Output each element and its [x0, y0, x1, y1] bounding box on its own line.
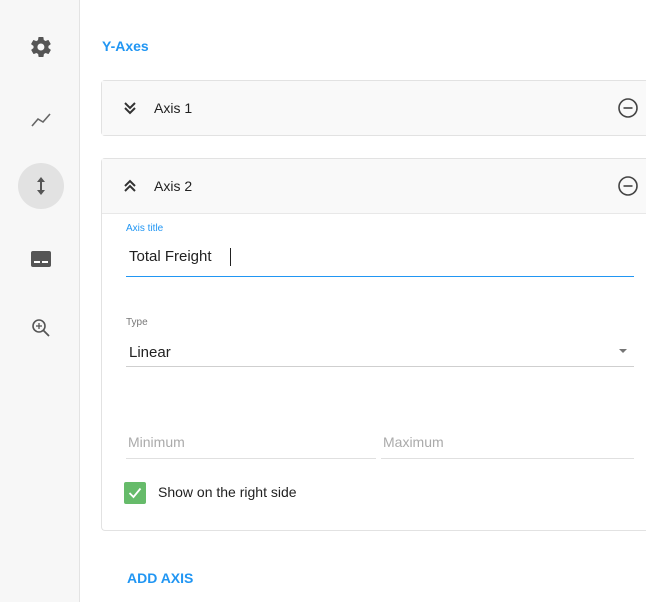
vertical-arrows-icon: [37, 177, 45, 195]
maximum-underline: [381, 458, 634, 459]
chevron-double-down-icon: [124, 102, 136, 115]
text-cursor: [230, 248, 231, 266]
checkmark-icon: [128, 487, 142, 499]
maximum-input[interactable]: Maximum: [381, 428, 634, 458]
gear-icon: [31, 36, 51, 58]
sidebar: [0, 0, 80, 602]
axis-title-input[interactable]: Total Freight: [126, 240, 634, 276]
right-side-label: Show on the right side: [158, 484, 297, 500]
axis-1-panel: Axis 1: [101, 80, 646, 136]
axis-title-underline: [126, 276, 634, 277]
minimum-input[interactable]: Minimum: [126, 428, 376, 458]
minimum-placeholder: Minimum: [128, 434, 185, 450]
zoom-button[interactable]: [18, 305, 64, 351]
axis-1-header[interactable]: Axis 1: [102, 81, 646, 135]
axis-1-label: Axis 1: [154, 100, 193, 116]
type-select[interactable]: Linear: [126, 334, 634, 366]
minimum-underline: [126, 458, 376, 459]
axis-title-value: Total Freight: [129, 248, 212, 265]
axis-title-label: Axis title: [126, 223, 164, 234]
axis-2-header[interactable]: Axis 2: [102, 159, 646, 213]
remove-axis-1-icon[interactable]: [617, 97, 639, 119]
main-panel: Y-Axes Axis 1 Axis 2 Axis title Total Fr…: [80, 0, 646, 602]
section-title: Y-Axes: [102, 38, 149, 54]
zoom-in-icon: [32, 319, 50, 337]
type-value: Linear: [129, 344, 171, 361]
legend-icon: [31, 251, 51, 267]
right-side-checkbox[interactable]: [124, 482, 146, 504]
legend-button[interactable]: [18, 236, 64, 282]
axis-2-form: Axis title Total Freight Type Linear Min…: [102, 213, 646, 530]
line-chart-icon: [31, 113, 51, 127]
remove-axis-2-icon[interactable]: [617, 175, 639, 197]
chevron-double-up-icon: [124, 179, 136, 192]
maximum-placeholder: Maximum: [383, 434, 444, 450]
type-label: Type: [126, 317, 148, 328]
y-axes-button[interactable]: [18, 163, 64, 209]
type-underline: [126, 366, 634, 367]
settings-button[interactable]: [18, 24, 64, 70]
axis-2-panel: Axis 2 Axis title Total Freight Type Lin…: [101, 158, 646, 531]
axis-2-label: Axis 2: [154, 178, 193, 194]
series-button[interactable]: [18, 97, 64, 143]
add-axis-button[interactable]: ADD AXIS: [127, 570, 193, 586]
dropdown-arrow-icon: [619, 349, 627, 353]
